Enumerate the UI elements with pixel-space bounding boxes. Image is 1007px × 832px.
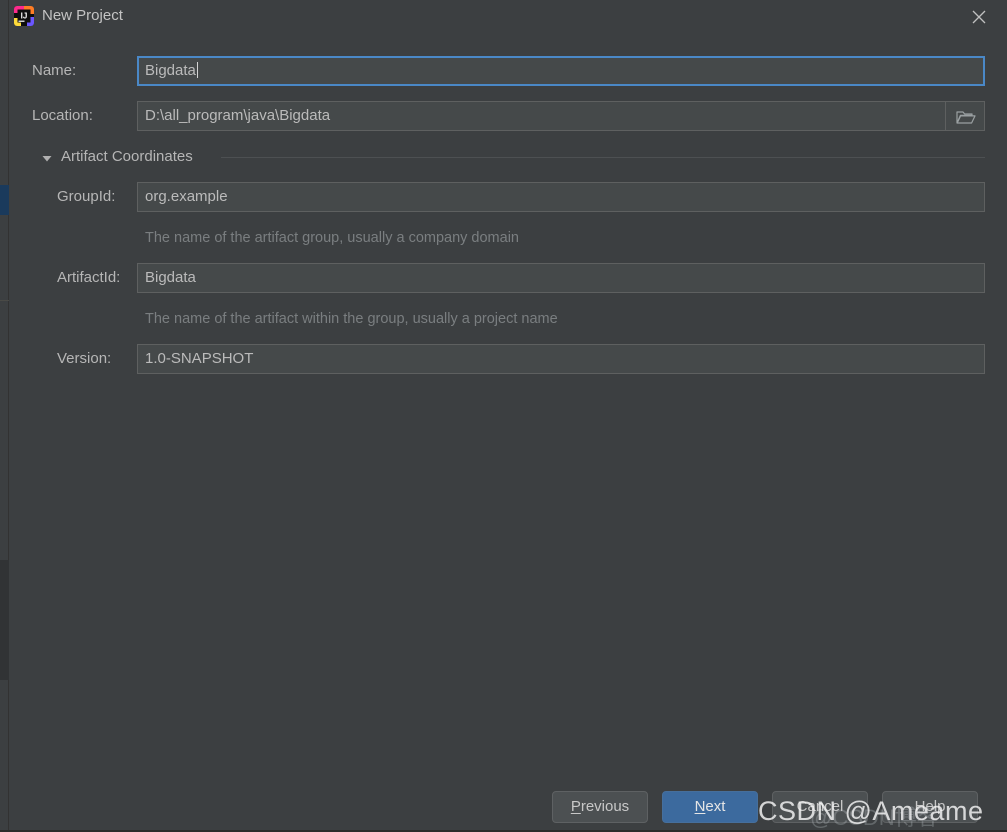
artifact-coordinates-title: Artifact Coordinates <box>61 148 193 165</box>
dialog-title: New Project <box>42 7 123 24</box>
version-label: Version: <box>57 350 112 367</box>
name-input-value: Bigdata <box>145 62 196 79</box>
artifact-coordinates-section-header[interactable]: Artifact Coordinates <box>41 146 985 168</box>
cancel-button[interactable]: Cancel <box>772 791 868 823</box>
previous-button[interactable]: Previous <box>552 791 648 823</box>
intellij-idea-icon: IJ <box>14 6 34 26</box>
new-project-dialog: IJ New Project Name: Bigdata Location: D… <box>9 0 1007 830</box>
name-label: Name: <box>32 62 77 79</box>
folder-icon[interactable] <box>945 101 985 131</box>
artifactid-label: ArtifactId: <box>57 269 121 286</box>
previous-button-label: revious <box>580 798 630 815</box>
artifactid-input[interactable]: Bigdata <box>137 263 985 293</box>
svg-text:IJ: IJ <box>21 12 28 21</box>
groupid-label: GroupId: <box>57 188 116 205</box>
name-input[interactable]: Bigdata <box>137 56 985 86</box>
previous-mnemonic: P <box>570 798 581 815</box>
background-panel <box>0 560 9 680</box>
chevron-down-icon[interactable] <box>41 151 53 163</box>
dialog-titlebar: IJ New Project <box>9 0 1007 34</box>
location-label: Location: <box>32 107 93 124</box>
next-mnemonic: N <box>694 798 706 815</box>
artifactid-hint: The name of the artifact within the grou… <box>145 311 558 327</box>
background-divider <box>0 300 9 301</box>
close-icon[interactable] <box>957 2 1001 32</box>
version-input[interactable]: 1.0-SNAPSHOT <box>137 344 985 374</box>
next-button-label: ext <box>705 798 726 815</box>
text-caret <box>196 62 198 78</box>
background-selected-row <box>0 185 9 215</box>
background-window-strip <box>0 0 9 830</box>
location-input[interactable]: D:\all_program\java\Bigdata <box>137 101 985 131</box>
groupid-hint: The name of the artifact group, usually … <box>145 230 519 246</box>
next-button[interactable]: Next <box>662 791 758 823</box>
help-button[interactable]: Help <box>882 791 978 823</box>
groupid-input[interactable]: org.example <box>137 182 985 212</box>
section-divider <box>221 157 985 158</box>
